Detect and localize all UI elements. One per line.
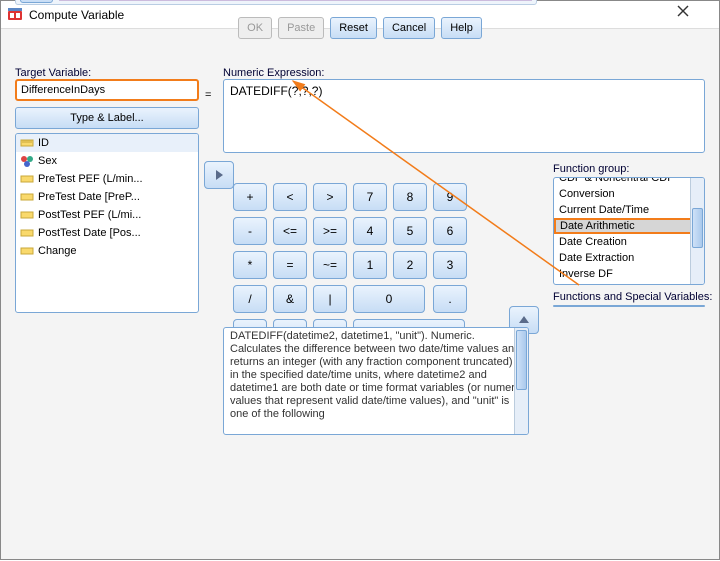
scrollbar[interactable]: [690, 178, 704, 284]
list-item[interactable]: Conversion: [554, 186, 704, 202]
key-gt[interactable]: >: [313, 183, 347, 211]
list-item-label: Date Extraction: [559, 252, 634, 264]
function-group-list[interactable]: CDF & Noncentral CDF Conversion Current …: [553, 177, 705, 285]
key-dot[interactable]: .: [433, 285, 467, 313]
key-eq[interactable]: =: [273, 251, 307, 279]
scrollbar[interactable]: [514, 328, 528, 434]
key-ne[interactable]: ~=: [313, 251, 347, 279]
functions-list[interactable]: Datediff Datesum(3) Datesum(4): [553, 305, 705, 307]
key-or[interactable]: |: [313, 285, 347, 313]
if-condition-input[interactable]: [59, 0, 532, 1]
help-text: DATEDIFF(datetime2, datetime1, "unit"). …: [230, 330, 524, 421]
key-8[interactable]: 8: [393, 183, 427, 211]
list-item-label: Sex: [38, 155, 57, 167]
list-item[interactable]: Date Arithmetic: [554, 218, 704, 234]
list-item-label: PostTest Date [Pos...: [38, 227, 141, 239]
ruler-icon: [20, 172, 34, 186]
key-minus[interactable]: -: [233, 217, 267, 245]
key-ge[interactable]: >=: [313, 217, 347, 245]
list-item[interactable]: PostTest Date [Pos...: [16, 224, 198, 242]
list-item-label: Date Creation: [559, 236, 627, 248]
key-plus[interactable]: +: [233, 183, 267, 211]
numeric-expression-label: Numeric Expression:: [223, 67, 324, 79]
key-0[interactable]: 0: [353, 285, 425, 313]
key-6[interactable]: 6: [433, 217, 467, 245]
ok-button[interactable]: OK: [238, 17, 272, 39]
list-item-label: Date Arithmetic: [560, 220, 635, 232]
key-and[interactable]: &: [273, 285, 307, 313]
ruler-icon: [20, 190, 34, 204]
list-item-label: Conversion: [559, 188, 615, 200]
list-item[interactable]: Inverse DF: [554, 266, 704, 282]
list-item[interactable]: PreTest PEF (L/min...: [16, 170, 198, 188]
ruler-icon: [20, 226, 34, 240]
list-item-label: Inverse DF: [559, 268, 613, 280]
target-variable-input[interactable]: [15, 79, 199, 101]
key-1[interactable]: 1: [353, 251, 387, 279]
calculator-keypad: + < > 7 8 9 - <= >= 4 5 6 * =: [229, 179, 471, 351]
key-mult[interactable]: *: [233, 251, 267, 279]
functions-label: Functions and Special Variables:: [553, 291, 712, 303]
list-item[interactable]: ID: [16, 134, 198, 152]
if-button[interactable]: If...: [20, 0, 53, 3]
list-item[interactable]: Sex: [16, 152, 198, 170]
list-item[interactable]: PostTest PEF (L/mi...: [16, 206, 198, 224]
ruler-icon: [20, 208, 34, 222]
list-item[interactable]: Current Date/Time: [554, 202, 704, 218]
target-variable-label: Target Variable:: [15, 67, 199, 79]
key-4[interactable]: 4: [353, 217, 387, 245]
if-condition-area: If...: [15, 0, 537, 5]
list-item[interactable]: PreTest Date [PreP...: [16, 188, 198, 206]
type-and-label-button[interactable]: Type & Label...: [15, 107, 199, 129]
key-le[interactable]: <=: [273, 217, 307, 245]
paste-button[interactable]: Paste: [278, 17, 324, 39]
key-5[interactable]: 5: [393, 217, 427, 245]
function-group-label: Function group:: [553, 163, 629, 175]
key-lt[interactable]: <: [273, 183, 307, 211]
list-item-label: ID: [38, 137, 49, 149]
list-item[interactable]: Datediff: [554, 306, 704, 307]
list-item[interactable]: Date Extraction: [554, 250, 704, 266]
list-item-label: CDF & Noncentral CDF: [559, 177, 674, 184]
cancel-button[interactable]: Cancel: [383, 17, 435, 39]
reset-button[interactable]: Reset: [330, 17, 377, 39]
numeric-expression-input[interactable]: [223, 79, 705, 153]
list-item-label: PreTest Date [PreP...: [38, 191, 140, 203]
help-button[interactable]: Help: [441, 17, 482, 39]
list-item-label: PostTest PEF (L/mi...: [38, 209, 141, 221]
list-item-label: Change: [38, 245, 77, 257]
list-item[interactable]: Date Creation: [554, 234, 704, 250]
ruler-icon: [20, 136, 34, 150]
list-item[interactable]: Change: [16, 242, 198, 260]
ruler-icon: [20, 244, 34, 258]
variable-list[interactable]: ID Sex PreTest PEF (L/min... PreTest Dat…: [15, 133, 199, 313]
dialog-buttons: OK Paste Reset Cancel Help: [1, 17, 719, 39]
key-9[interactable]: 9: [433, 183, 467, 211]
nominal-icon: [20, 154, 34, 168]
equals-sign: =: [205, 89, 211, 101]
function-help-box: DATEDIFF(datetime2, datetime1, "unit"). …: [223, 327, 529, 435]
key-2[interactable]: 2: [393, 251, 427, 279]
list-item[interactable]: CDF & Noncentral CDF: [554, 177, 704, 186]
key-3[interactable]: 3: [433, 251, 467, 279]
list-item-label: PreTest PEF (L/min...: [38, 173, 143, 185]
key-div[interactable]: /: [233, 285, 267, 313]
list-item-label: Current Date/Time: [559, 204, 649, 216]
key-7[interactable]: 7: [353, 183, 387, 211]
compute-variable-dialog: Compute Variable Target Variable: Type &…: [0, 0, 720, 560]
